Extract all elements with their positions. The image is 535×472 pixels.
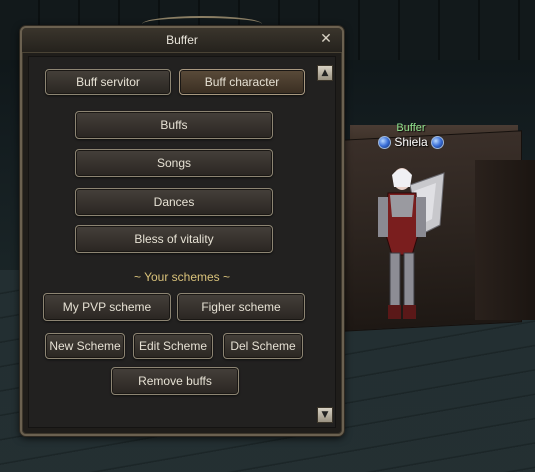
songs-button[interactable]: Songs [75, 149, 273, 177]
del-scheme-button[interactable]: Del Scheme [223, 333, 303, 359]
game-scene: Buffer Shiela Buffer ✕ ▲ ▼ Buff servitor… [0, 0, 535, 472]
schemes-heading: ~ Your schemes ~ [133, 270, 231, 284]
scheme-figher-button[interactable]: Figher scheme [177, 293, 305, 321]
window-title: Buffer [166, 33, 198, 47]
scroll-up-icon[interactable]: ▲ [317, 65, 333, 81]
npc-right-boot [403, 305, 416, 319]
npc-right-arm [416, 197, 426, 237]
scroll-down-icon[interactable]: ▼ [317, 407, 333, 423]
alliance-crest-icon [430, 135, 444, 149]
remove-buffs-button[interactable]: Remove buffs [111, 367, 239, 395]
npc-nameplate: Shiela [374, 134, 448, 150]
bless-of-vitality-button[interactable]: Bless of vitality [75, 225, 273, 253]
buffer-window: Buffer ✕ ▲ ▼ Buff servitor Buff characte… [20, 16, 344, 436]
npc-title: Buffer [396, 122, 426, 134]
stone-block-side [475, 160, 535, 320]
npc-name: Shiela [394, 135, 428, 149]
dances-button[interactable]: Dances [75, 188, 273, 216]
clan-crest-icon [378, 135, 392, 149]
npc-hair [392, 169, 412, 187]
window-titlebar[interactable]: Buffer ✕ [22, 28, 342, 53]
window-content: ▲ ▼ Buff servitor Buff character Buffs S… [28, 56, 336, 428]
npc-character[interactable] [372, 165, 447, 325]
tab-buff-character[interactable]: Buff character [179, 69, 305, 95]
npc-breastplate [390, 195, 414, 217]
edit-scheme-button[interactable]: Edit Scheme [133, 333, 213, 359]
scheme-my-pvp-button[interactable]: My PVP scheme [43, 293, 171, 321]
npc-left-arm [378, 197, 388, 237]
close-icon[interactable]: ✕ [318, 31, 334, 47]
buffs-button[interactable]: Buffs [75, 111, 273, 139]
npc-left-boot [388, 305, 401, 319]
new-scheme-button[interactable]: New Scheme [45, 333, 125, 359]
tab-buff-servitor[interactable]: Buff servitor [45, 69, 171, 95]
